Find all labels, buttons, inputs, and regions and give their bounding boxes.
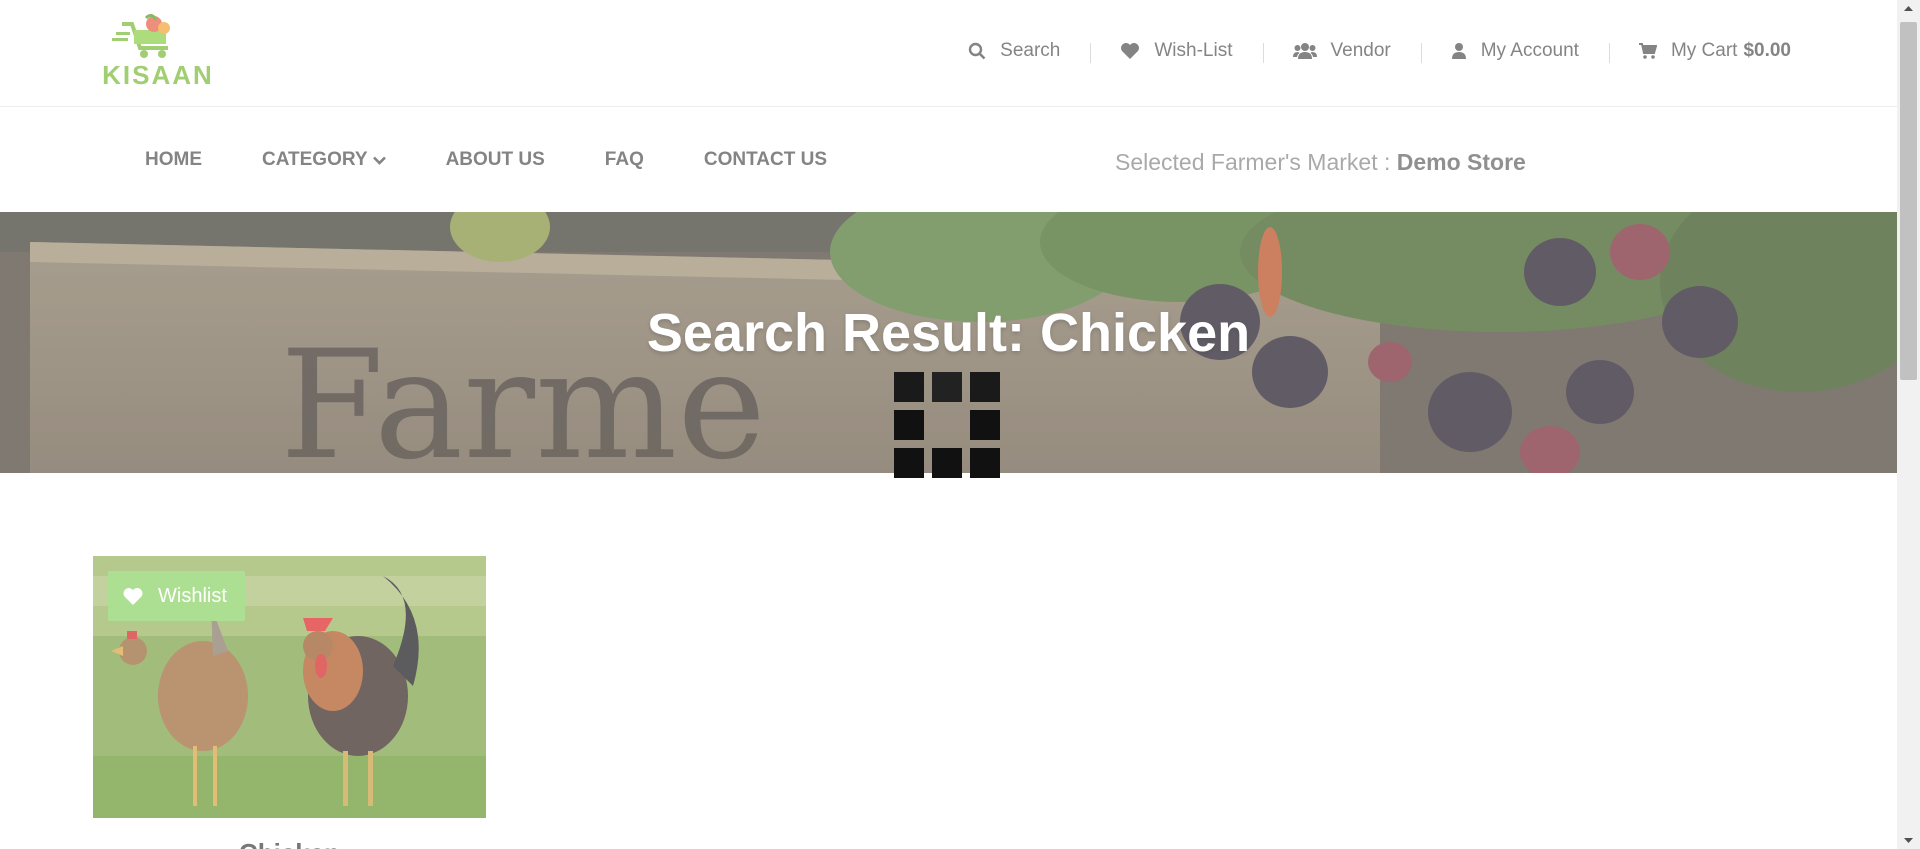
- main-nav: HOME CATEGORY ABOUT US FAQ CONTACT US: [115, 149, 857, 171]
- scrollbar-thumb[interactable]: [1900, 22, 1917, 380]
- page-title: Search Result: Chicken: [646, 303, 1251, 363]
- top-links: Search Wish-List Vendor My Account My Ca…: [938, 40, 1791, 63]
- nav-faq[interactable]: FAQ: [575, 149, 674, 171]
- my-cart-label: My Cart: [1670, 40, 1738, 61]
- search-icon: [968, 42, 986, 60]
- logo-text: KISAAN: [102, 60, 214, 90]
- search-link[interactable]: Search: [938, 40, 1090, 62]
- my-account-link[interactable]: My Account: [1420, 40, 1609, 63]
- scroll-down-arrow-icon[interactable]: [1897, 831, 1920, 849]
- nav-contact-us[interactable]: CONTACT US: [674, 149, 857, 171]
- nav-home[interactable]: HOME: [115, 149, 232, 171]
- my-account-link-label: My Account: [1480, 40, 1579, 61]
- my-cart-link[interactable]: My Cart $0.00: [1608, 40, 1791, 63]
- user-icon: [1451, 43, 1466, 59]
- heart-icon: [123, 587, 143, 605]
- cart-amount: $0.00: [1743, 40, 1791, 61]
- product-card[interactable]: Wishlist Chicken: [93, 556, 486, 849]
- wishlist-button-label: Wishlist: [158, 584, 227, 607]
- main-navbar: HOME CATEGORY ABOUT US FAQ CONTACT US Se…: [0, 107, 1897, 212]
- scroll-up-arrow-icon[interactable]: [1897, 0, 1920, 18]
- chevron-down-icon: [372, 156, 386, 165]
- page-scrollbar[interactable]: [1897, 0, 1920, 849]
- heart-icon: [1121, 43, 1140, 59]
- kisaan-logo[interactable]: KISAAN: [102, 13, 214, 90]
- search-link-label: Search: [1000, 40, 1061, 61]
- cart-logo-icon: [112, 13, 170, 58]
- vendor-link-label: Vendor: [1330, 40, 1391, 61]
- selected-market: Selected Farmer's Market : Demo Store: [1115, 149, 1526, 176]
- product-image[interactable]: Wishlist: [93, 556, 486, 818]
- wishlist-link-label: Wish-List: [1154, 40, 1233, 61]
- vendor-link[interactable]: Vendor: [1262, 40, 1421, 63]
- market-label: Selected Farmer's Market :: [1115, 149, 1391, 175]
- nav-category[interactable]: CATEGORY: [232, 149, 416, 171]
- wishlist-link[interactable]: Wish-List: [1090, 40, 1262, 63]
- nav-about-label: ABOUT US: [445, 149, 545, 170]
- product-name[interactable]: Chicken: [93, 838, 486, 849]
- nav-contact-label: CONTACT US: [703, 149, 827, 170]
- top-header: KISAAN Search Wish-List Vendor My Accoun…: [0, 0, 1897, 107]
- nav-category-label: CATEGORY: [262, 149, 368, 170]
- nav-about-us[interactable]: ABOUT US: [416, 149, 575, 171]
- add-to-wishlist-button[interactable]: Wishlist: [108, 571, 245, 621]
- shopping-cart-icon: [1638, 43, 1657, 59]
- nav-faq-label: FAQ: [604, 149, 644, 170]
- market-store-name[interactable]: Demo Store: [1397, 149, 1526, 175]
- nav-home-label: HOME: [145, 149, 202, 170]
- hero-banner: Farme Search Result: Chicken: [0, 212, 1897, 473]
- users-icon: [1292, 43, 1317, 59]
